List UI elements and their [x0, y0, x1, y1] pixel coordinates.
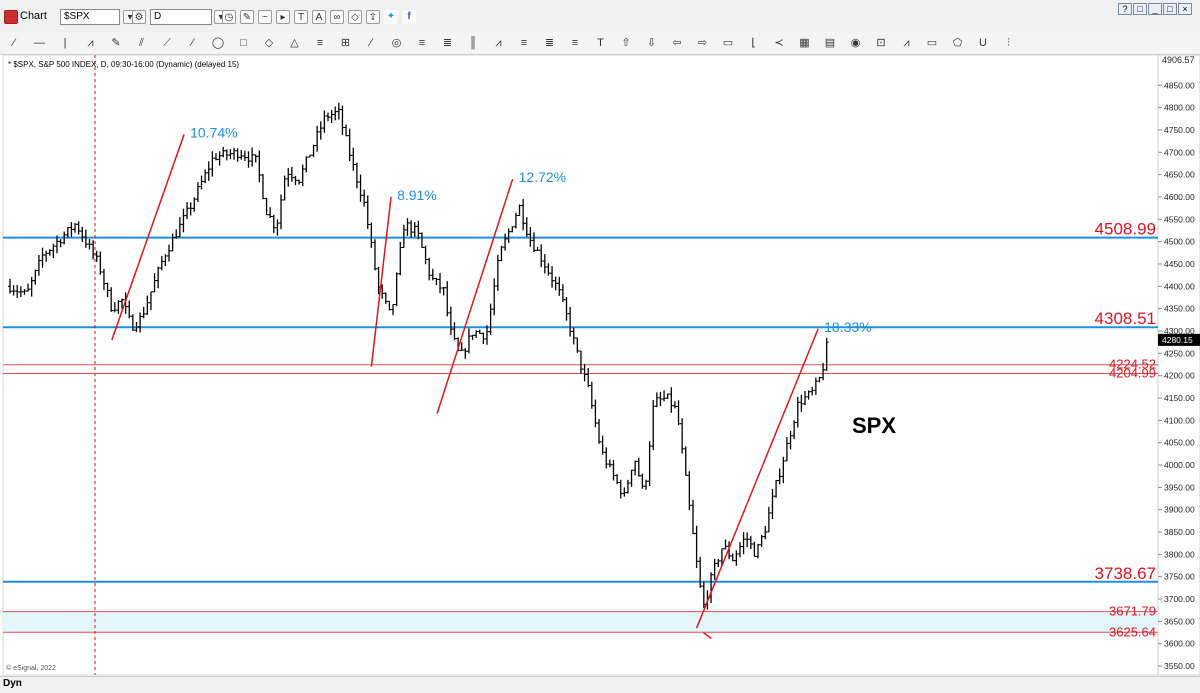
level-label: 4308.51	[1095, 309, 1156, 328]
y-tick-label: 3550.00	[1164, 661, 1195, 671]
y-tick-label: 4450.00	[1164, 259, 1195, 269]
y-tick-label: 3700.00	[1164, 594, 1195, 604]
level-label: 3671.79	[1109, 604, 1156, 619]
level-label: 4204.99	[1109, 365, 1156, 380]
y-tick-label: 3650.00	[1164, 616, 1195, 626]
y-tick-label: 3750.00	[1164, 572, 1195, 582]
y-tick-label: 4000.00	[1164, 460, 1195, 470]
y-tick-label: 4550.00	[1164, 214, 1195, 224]
y-tick-label: 3850.00	[1164, 527, 1195, 537]
y-tick-label: 4100.00	[1164, 415, 1195, 425]
y-tick-label: 4600.00	[1164, 192, 1195, 202]
y-tick-label: 4500.00	[1164, 237, 1195, 247]
dyn-label[interactable]: Dyn	[3, 678, 22, 689]
y-tick-label: 4250.00	[1164, 348, 1195, 358]
level-label: 3738.67	[1095, 564, 1156, 583]
rally-percent-label: 12.72%	[519, 169, 566, 185]
level-label: 4508.99	[1095, 220, 1156, 239]
y-tick-label: 3900.00	[1164, 505, 1195, 515]
support-zone	[3, 611, 1158, 633]
watermark: © eSignal, 2022	[6, 664, 56, 672]
y-tick-label: 3600.00	[1164, 639, 1195, 649]
y-tick-label: 4150.00	[1164, 393, 1195, 403]
y-tick-label: 3950.00	[1164, 482, 1195, 492]
spx-chart: 4508.994308.514224.524204.993738.673671.…	[0, 54, 1200, 690]
y-tick-label: 4800.00	[1164, 103, 1195, 113]
rally-percent-label: 8.91%	[397, 187, 437, 203]
rally-percent-label: 18.33%	[824, 319, 871, 335]
y-tick-label: 4050.00	[1164, 438, 1195, 448]
y-top-label: 4906.57	[1162, 55, 1195, 65]
rally-percent-label: 10.74%	[190, 124, 237, 140]
y-tick-label: 4200.00	[1164, 371, 1195, 381]
level-label: 3625.64	[1109, 624, 1156, 639]
current-price-label: 4280.15	[1162, 335, 1193, 345]
y-tick-label: 3800.00	[1164, 549, 1195, 559]
y-tick-label: 4700.00	[1164, 147, 1195, 157]
y-tick-label: 4350.00	[1164, 304, 1195, 314]
y-tick-label: 4650.00	[1164, 170, 1195, 180]
y-tick-label: 4400.00	[1164, 281, 1195, 291]
y-tick-label: 4750.00	[1164, 125, 1195, 135]
bottom-bar	[0, 676, 1200, 693]
y-tick-label: 4850.00	[1164, 80, 1195, 90]
chart-title: SPX	[852, 413, 896, 438]
chart-info-line: * $SPX, S&P 500 INDEX, D, 09:30-16:00 (D…	[8, 60, 239, 69]
